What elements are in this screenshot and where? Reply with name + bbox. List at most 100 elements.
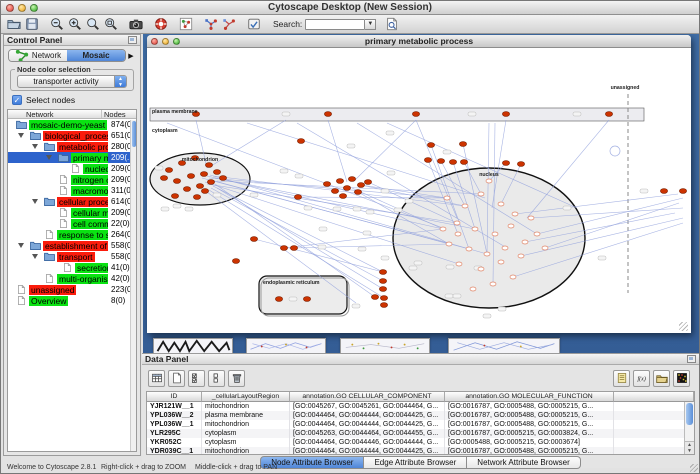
- table-cell[interactable]: [GO:0016787, GO:0005215, GO:0003824, G..…: [445, 429, 614, 438]
- table-cell[interactable]: YJR121W__1: [147, 402, 202, 411]
- expander-icon[interactable]: [18, 243, 24, 248]
- new-attribute-icon[interactable]: [168, 370, 185, 387]
- network-node-outline[interactable]: [498, 260, 504, 264]
- function-icon[interactable]: f(x): [633, 370, 650, 387]
- help-icon[interactable]: [153, 17, 168, 32]
- table-cell[interactable]: mitochondrion: [202, 447, 290, 455]
- network-node[interactable]: [160, 176, 167, 181]
- delete-attribute-icon[interactable]: [228, 370, 245, 387]
- network-node-outline[interactable]: [454, 221, 460, 225]
- network-node-outline[interactable]: [444, 196, 450, 200]
- network-node[interactable]: [449, 160, 456, 165]
- open-icon[interactable]: [6, 17, 21, 32]
- network-node-outline[interactable]: [510, 275, 516, 279]
- network-node[interactable]: [460, 160, 467, 165]
- tab-overflow-button[interactable]: ▶: [126, 52, 136, 60]
- table-cell[interactable]: [GO:0016787, GO:0005488, GO:0005215, G..…: [445, 402, 614, 411]
- import-icon[interactable]: [653, 370, 670, 387]
- network-node[interactable]: [424, 158, 431, 163]
- network-node[interactable]: [165, 168, 172, 173]
- expander-icon[interactable]: [32, 199, 38, 204]
- network-node[interactable]: [219, 176, 226, 181]
- table-row-ypl036w__1[interactable]: YPL036W__1mitochondrion[GO:0044464, GO:0…: [147, 420, 694, 429]
- table-cell[interactable]: cytoplasm: [202, 429, 290, 438]
- tree-row-mosaic-demo-yeast[interactable]: mosaic-demo-yeast874(0): [8, 119, 136, 130]
- tree-row-macromolecule[interactable]: macromolecule311(0): [8, 185, 136, 196]
- network-node[interactable]: [171, 194, 178, 199]
- table-row-ydr039c__1[interactable]: YDR039C__1mitochondrion[GO:0044464, GO:0…: [147, 447, 694, 455]
- table-scrollbar[interactable]: ▲▼: [684, 402, 694, 454]
- new-network-icon[interactable]: [178, 17, 193, 32]
- table-cell[interactable]: [GO:0005488, GO:0005215, GO:0003674]: [445, 438, 614, 447]
- zoom-selected-icon[interactable]: [85, 17, 100, 32]
- tree-row-cellular-metabo[interactable]: cellular metabo209(0): [8, 207, 136, 218]
- column-header-cellular-component[interactable]: annotation.GO CELLULAR_COMPONENT: [290, 392, 445, 402]
- network-node[interactable]: [354, 190, 361, 195]
- network-node[interactable]: [371, 295, 378, 300]
- table-cell[interactable]: YKR052C: [147, 438, 202, 447]
- table-scrollbar-arrows[interactable]: ▲▼: [685, 441, 694, 454]
- tree-row-multi-organism-pro[interactable]: multi-organism pro42(0): [8, 273, 136, 284]
- network-node[interactable]: [207, 180, 214, 185]
- table-cell[interactable]: mitochondrion: [202, 420, 290, 429]
- network-node[interactable]: [250, 237, 257, 242]
- network-node-outline[interactable]: [534, 232, 540, 236]
- tree-row-primary-metabo[interactable]: primary metabo209(...: [8, 152, 136, 163]
- tree-row-cellular-process[interactable]: cellular process614(0): [8, 196, 136, 207]
- app-resize-grip[interactable]: [690, 464, 698, 472]
- network-node[interactable]: [173, 179, 180, 184]
- network-node[interactable]: [275, 297, 282, 302]
- tree-column-network[interactable]: Network: [8, 110, 102, 118]
- tree-scrollbar-thumb[interactable]: [132, 121, 136, 147]
- tab-mosaic[interactable]: Mosaic: [67, 50, 125, 61]
- tree-row-transport[interactable]: transport558(0): [8, 251, 136, 262]
- network-node-outline[interactable]: [542, 246, 548, 250]
- network-node[interactable]: [459, 142, 466, 147]
- network-node-outline[interactable]: [456, 262, 462, 266]
- network-node[interactable]: [502, 112, 509, 117]
- table-cell[interactable]: [GO:0045263, GO:0044464, GO:0044455, G..…: [290, 429, 445, 438]
- heatmap-icon[interactable]: [673, 370, 690, 387]
- float-panel-icon[interactable]: [687, 355, 696, 363]
- network-node[interactable]: [297, 139, 304, 144]
- network-node-outline[interactable]: [455, 232, 461, 236]
- select-nodes-checkbox[interactable]: ✓: [12, 95, 22, 105]
- table-cell[interactable]: [GO:0045267, GO:0045261, GO:0044464, G..…: [290, 402, 445, 411]
- network-node[interactable]: [213, 170, 220, 175]
- network-node[interactable]: [348, 177, 355, 182]
- unselect-attributes-icon[interactable]: [208, 370, 225, 387]
- network-canvas[interactable]: plasma membranecytoplasmmitochondrionnuc…: [147, 48, 689, 332]
- tree-column-nodes[interactable]: Nodes: [102, 110, 136, 118]
- save-icon[interactable]: [24, 17, 39, 32]
- network-node[interactable]: [517, 162, 524, 167]
- network-node-outline[interactable]: [484, 252, 490, 256]
- table-scrollbar-thumb[interactable]: [686, 403, 693, 425]
- network-node[interactable]: [380, 303, 387, 308]
- table-row-yjr121w__1[interactable]: YJR121W__1mitochondrion[GO:0045267, GO:0…: [147, 402, 694, 411]
- network-window-titlebar[interactable]: primary metabolic process: [147, 35, 691, 48]
- network-node-outline[interactable]: [508, 224, 514, 228]
- network-node[interactable]: [380, 296, 387, 301]
- table-cell[interactable]: YPL036W__1: [147, 420, 202, 429]
- tree-row-response-to-stimul[interactable]: response to stimul264(0): [8, 229, 136, 240]
- vizmapper-icon[interactable]: [246, 17, 261, 32]
- table-cell[interactable]: [GO:0044464, GO:0044444, GO:0044425, G..…: [290, 447, 445, 455]
- table-cell[interactable]: [GO:0016787, GO:0005488, GO:0005215, G..…: [445, 447, 614, 455]
- network-node-outline[interactable]: [502, 246, 508, 250]
- network-node-outline[interactable]: [440, 227, 446, 231]
- table-cell[interactable]: cytoplasm: [202, 438, 290, 447]
- network-node-outline[interactable]: [486, 179, 492, 183]
- network-node[interactable]: [196, 184, 203, 189]
- network-node[interactable]: [427, 143, 434, 148]
- network-node[interactable]: [339, 194, 346, 199]
- tree-row-metabolic-process[interactable]: metabolic process280(0): [8, 141, 136, 152]
- table-cell[interactable]: YLR295C: [147, 429, 202, 438]
- tree-row-nitrogen-compo[interactable]: nitrogen compo209(0): [8, 174, 136, 185]
- network-node[interactable]: [331, 189, 338, 194]
- table-cell[interactable]: YDR039C__1: [147, 447, 202, 455]
- network-node[interactable]: [193, 195, 200, 200]
- expander-icon[interactable]: [46, 155, 52, 160]
- network-node[interactable]: [412, 112, 419, 117]
- network-node[interactable]: [183, 187, 190, 192]
- network-node[interactable]: [187, 174, 194, 179]
